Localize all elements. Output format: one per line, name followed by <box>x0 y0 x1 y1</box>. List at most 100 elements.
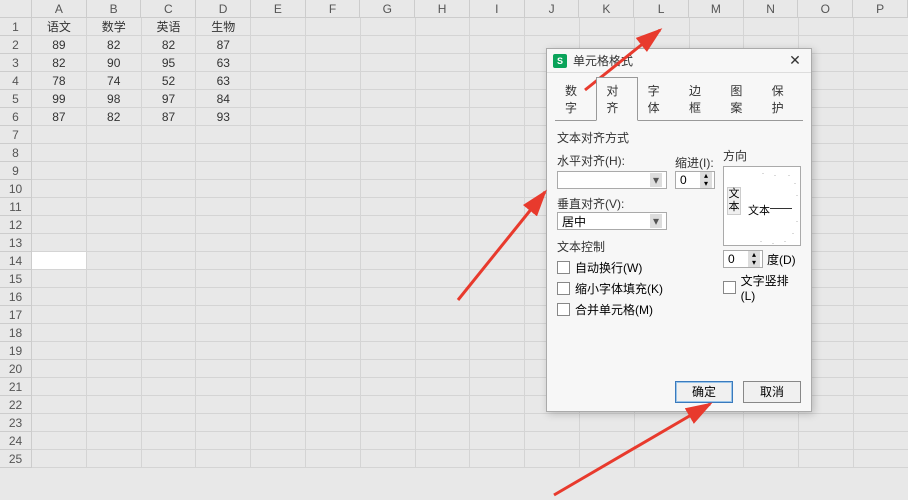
cell[interactable] <box>87 306 142 324</box>
cell[interactable]: 87 <box>32 108 87 126</box>
cell[interactable] <box>196 180 251 198</box>
cell[interactable] <box>142 288 197 306</box>
cell[interactable] <box>470 270 525 288</box>
tab-图案[interactable]: 图案 <box>720 77 761 121</box>
cell[interactable] <box>361 288 416 306</box>
cell[interactable] <box>196 270 251 288</box>
cell[interactable] <box>416 36 471 54</box>
cell[interactable] <box>142 180 197 198</box>
column-header[interactable]: A <box>32 0 87 18</box>
row-header[interactable]: 5 <box>0 90 32 108</box>
cell[interactable] <box>361 144 416 162</box>
cell[interactable] <box>361 36 416 54</box>
cell[interactable] <box>525 450 580 468</box>
cell[interactable] <box>87 198 142 216</box>
cell[interactable]: 87 <box>196 36 251 54</box>
cell[interactable] <box>470 90 525 108</box>
cell[interactable] <box>306 144 361 162</box>
cell[interactable] <box>32 198 87 216</box>
cell[interactable] <box>416 324 471 342</box>
cell[interactable] <box>306 432 361 450</box>
cell[interactable] <box>251 234 306 252</box>
cell[interactable] <box>142 450 197 468</box>
cell[interactable]: 82 <box>32 54 87 72</box>
cell[interactable] <box>306 450 361 468</box>
cell[interactable] <box>251 306 306 324</box>
cell[interactable] <box>142 216 197 234</box>
cell[interactable] <box>361 90 416 108</box>
cell[interactable] <box>251 342 306 360</box>
cell[interactable] <box>416 54 471 72</box>
column-header[interactable]: H <box>415 0 470 18</box>
merge-cells-checkbox[interactable]: 合并单元格(M) <box>557 301 801 318</box>
cell[interactable] <box>361 306 416 324</box>
tab-对齐[interactable]: 对齐 <box>596 77 637 121</box>
cell[interactable] <box>470 324 525 342</box>
cell[interactable] <box>251 180 306 198</box>
cell[interactable]: 93 <box>196 108 251 126</box>
cell[interactable] <box>361 414 416 432</box>
cell[interactable] <box>196 144 251 162</box>
cell[interactable] <box>854 324 908 342</box>
row-header[interactable]: 14 <box>0 252 32 270</box>
cell[interactable] <box>690 432 745 450</box>
row-header[interactable]: 23 <box>0 414 32 432</box>
cell[interactable] <box>416 414 471 432</box>
valign-dropdown[interactable]: 居中 ▾ <box>557 212 667 230</box>
cell[interactable] <box>416 288 471 306</box>
cell[interactable]: 语文 <box>32 18 87 36</box>
column-header[interactable]: M <box>689 0 744 18</box>
cell[interactable] <box>580 18 635 36</box>
cell[interactable] <box>306 216 361 234</box>
cell[interactable] <box>799 450 854 468</box>
row-header[interactable]: 11 <box>0 198 32 216</box>
cell[interactable] <box>580 450 635 468</box>
cell[interactable] <box>306 396 361 414</box>
cell[interactable] <box>306 342 361 360</box>
cell[interactable]: 82 <box>87 36 142 54</box>
cell[interactable] <box>470 234 525 252</box>
cell[interactable] <box>690 18 745 36</box>
tab-字体[interactable]: 字体 <box>638 77 679 121</box>
cell[interactable] <box>361 360 416 378</box>
column-header[interactable]: I <box>470 0 525 18</box>
cell[interactable] <box>361 342 416 360</box>
cell[interactable] <box>470 36 525 54</box>
column-header[interactable]: D <box>196 0 251 18</box>
cell[interactable] <box>854 162 908 180</box>
cell[interactable] <box>196 450 251 468</box>
cell[interactable]: 95 <box>142 54 197 72</box>
cell[interactable] <box>196 126 251 144</box>
cell[interactable] <box>32 126 87 144</box>
cell[interactable] <box>635 414 690 432</box>
cell[interactable] <box>525 18 580 36</box>
cell[interactable] <box>251 90 306 108</box>
cell[interactable] <box>142 414 197 432</box>
row-header[interactable]: 25 <box>0 450 32 468</box>
cell[interactable] <box>744 414 799 432</box>
cell[interactable] <box>87 360 142 378</box>
cell[interactable] <box>361 198 416 216</box>
cell[interactable] <box>416 108 471 126</box>
row-header[interactable]: 19 <box>0 342 32 360</box>
cell[interactable] <box>854 18 908 36</box>
cell[interactable] <box>854 126 908 144</box>
cell[interactable] <box>854 270 908 288</box>
cell[interactable] <box>87 324 142 342</box>
indent-spinner[interactable]: 0 ▴▾ <box>675 171 715 189</box>
cell[interactable] <box>854 54 908 72</box>
cell[interactable] <box>32 378 87 396</box>
cell[interactable] <box>854 180 908 198</box>
cell[interactable] <box>470 414 525 432</box>
close-icon[interactable]: ✕ <box>785 52 805 69</box>
cell[interactable] <box>306 378 361 396</box>
cell[interactable] <box>32 252 87 270</box>
cell[interactable] <box>854 72 908 90</box>
degree-spinner[interactable]: 0 ▴▾ <box>723 250 763 268</box>
cell[interactable] <box>854 234 908 252</box>
cell[interactable] <box>854 90 908 108</box>
cell[interactable] <box>416 162 471 180</box>
cell[interactable] <box>854 306 908 324</box>
cell[interactable] <box>306 36 361 54</box>
cell[interactable] <box>142 252 197 270</box>
